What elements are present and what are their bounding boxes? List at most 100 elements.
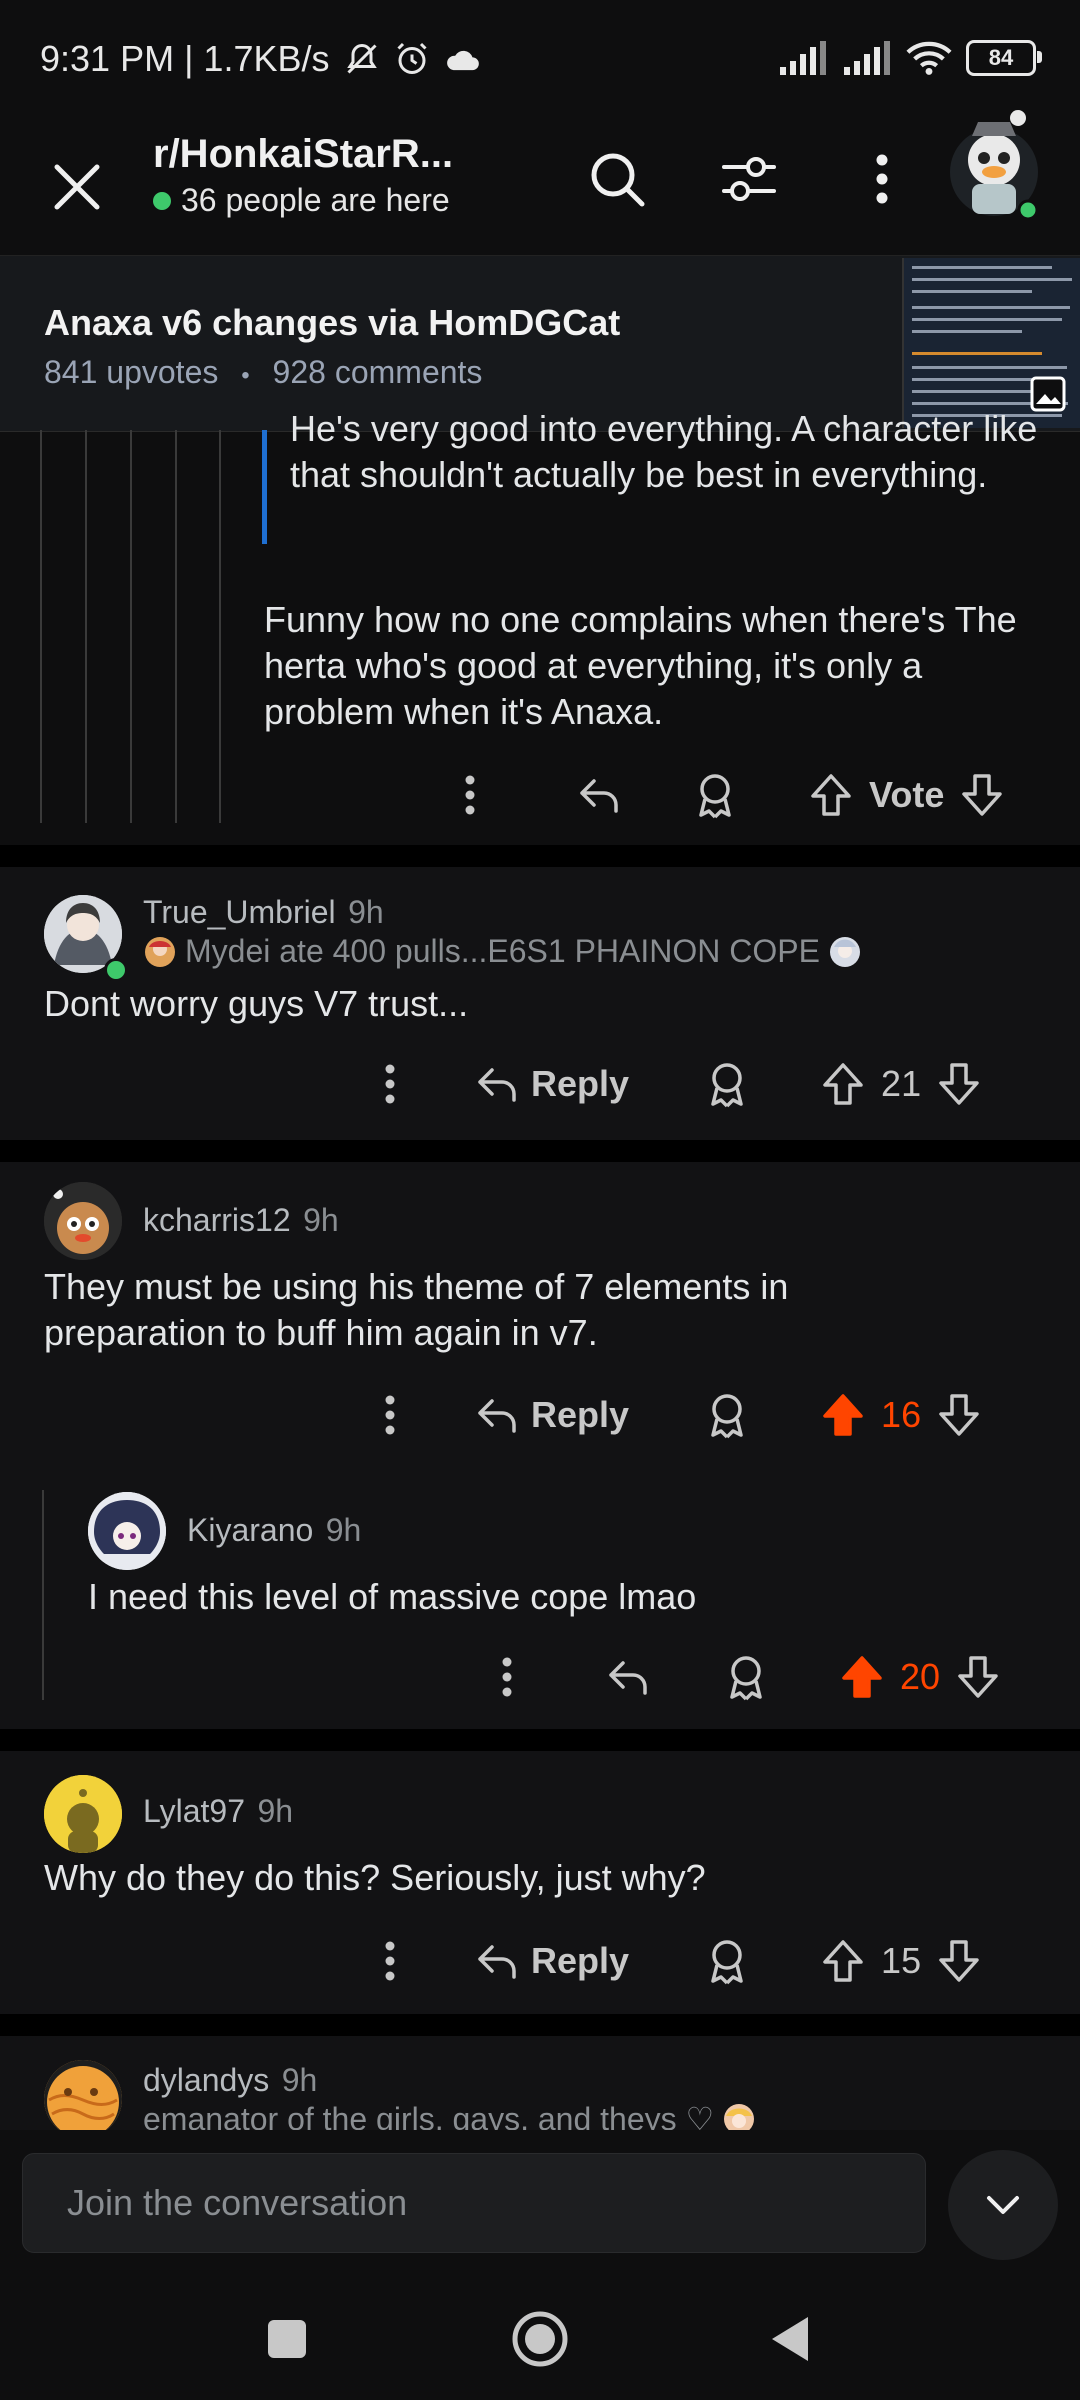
join-conversation-input[interactable]: Join the conversation xyxy=(22,2153,926,2253)
reply-icon xyxy=(478,1945,516,1979)
avatar[interactable] xyxy=(44,1775,122,1853)
award-icon[interactable] xyxy=(724,1653,768,1701)
username[interactable]: dylandys xyxy=(143,2062,269,2098)
avatar[interactable] xyxy=(44,1182,122,1260)
nav-home-icon[interactable] xyxy=(511,2310,569,2368)
reply-label: Reply xyxy=(531,1940,630,1981)
downvote-icon[interactable] xyxy=(956,1654,1000,1700)
upvote-icon[interactable] xyxy=(840,1654,884,1700)
award-icon[interactable] xyxy=(693,771,737,819)
reply-icon[interactable] xyxy=(577,773,621,817)
reply-icon xyxy=(478,1399,516,1433)
comment-actions: Reply 16 xyxy=(375,1380,981,1450)
quote-bar xyxy=(262,430,267,544)
nav-back-icon[interactable] xyxy=(768,2314,812,2364)
vote-count: 16 xyxy=(881,1394,922,1435)
close-icon[interactable] xyxy=(45,155,109,219)
comment-header: dylandys 9h xyxy=(143,2062,317,2099)
more-vert-icon[interactable] xyxy=(375,1390,405,1440)
upvote-icon[interactable] xyxy=(821,1061,865,1107)
more-vert-icon[interactable] xyxy=(862,150,902,208)
username[interactable]: Kiyarano xyxy=(187,1512,313,1548)
comment-body: I need this level of massive cope lmao xyxy=(88,1576,697,1617)
filter-icon[interactable] xyxy=(720,150,778,208)
divider xyxy=(0,2014,1080,2036)
flair-emoji-icon xyxy=(145,936,175,967)
user-avatar[interactable] xyxy=(946,110,1042,234)
divider xyxy=(0,1729,1080,1751)
divider xyxy=(0,845,1080,867)
more-vert-icon[interactable] xyxy=(375,1059,405,1109)
subreddit-title[interactable]: r/HonkaiStarR... xyxy=(153,132,453,177)
comment-header: Kiyarano 9h xyxy=(187,1512,361,1549)
comment-actions: Reply 21 xyxy=(375,1049,981,1119)
more-vert-icon[interactable] xyxy=(492,1652,522,1702)
comment-true-umbriel: True_Umbriel 9h Mydei ate 400 pulls...E6… xyxy=(0,867,1080,1140)
mute-bell-icon xyxy=(346,43,377,74)
comment-actions: 20 xyxy=(492,1642,1000,1712)
status-time-speed: 9:31 PM | 1.7KB/s xyxy=(40,38,330,79)
comment-kcharris12: kcharris12 9h They must be using his the… xyxy=(0,1162,1080,1729)
system-nav-bar xyxy=(0,2270,1080,2400)
status-right: 84 xyxy=(778,40,1042,76)
search-icon[interactable] xyxy=(588,150,646,208)
reply-label: Reply xyxy=(531,1394,630,1435)
cloud-icon xyxy=(446,50,479,71)
post-comments: 928 comments xyxy=(272,354,483,390)
reply-button[interactable]: Reply xyxy=(475,1393,629,1437)
status-left: 9:31 PM | 1.7KB/s xyxy=(40,38,482,80)
comment-body: Why do they do this? Seriously, just why… xyxy=(44,1857,706,1898)
comment-lylat97: Lylat97 9h Why do they do this? Seriousl… xyxy=(0,1751,1080,2014)
meta-dot: • xyxy=(241,362,250,389)
online-count: 36 people are here xyxy=(153,182,450,219)
username[interactable]: kcharris12 xyxy=(143,1202,291,1238)
collapse-button[interactable] xyxy=(948,2150,1058,2260)
upvote-icon[interactable] xyxy=(809,772,853,818)
downvote-icon[interactable] xyxy=(937,1938,981,1984)
reply-icon[interactable] xyxy=(606,1655,650,1699)
signal-icon-2 xyxy=(844,41,890,75)
vote-count: 21 xyxy=(881,1063,922,1104)
avatar[interactable] xyxy=(44,2060,122,2138)
more-vert-icon[interactable] xyxy=(375,1936,405,1986)
username[interactable]: True_Umbriel xyxy=(143,894,336,930)
post-title[interactable]: Anaxa v6 changes via HomDGCat xyxy=(44,302,620,344)
post-meta: 841 upvotes • 928 comments xyxy=(44,354,482,391)
reply-label: Reply xyxy=(531,1063,630,1104)
online-status-dot xyxy=(104,958,128,982)
composer-placeholder: Join the conversation xyxy=(67,2182,408,2223)
award-icon[interactable] xyxy=(705,1937,749,1985)
comment-body: Dont worry guys V7 trust... xyxy=(44,983,469,1024)
status-bar: 9:31 PM | 1.7KB/s 84 xyxy=(0,0,1080,110)
wifi-icon xyxy=(906,41,952,75)
online-text: 36 people are here xyxy=(181,182,450,218)
user-flair: Mydei ate 400 pulls...E6S1 PHAINON COPE xyxy=(143,933,862,970)
downvote-icon[interactable] xyxy=(960,772,1004,818)
comment-header: Lylat97 9h xyxy=(143,1793,293,1830)
divider xyxy=(0,1140,1080,1162)
username[interactable]: Lylat97 xyxy=(143,1793,245,1829)
more-vert-icon[interactable] xyxy=(455,770,485,820)
top-app-bar: r/HonkaiStarR... 36 people are here xyxy=(0,110,1080,255)
battery-indicator: 84 xyxy=(966,40,1042,76)
downvote-icon[interactable] xyxy=(937,1061,981,1107)
vote-count: 20 xyxy=(900,1656,941,1697)
comment-body: They must be using his theme of 7 elemen… xyxy=(44,1266,789,1353)
online-dot xyxy=(153,191,171,210)
avatar[interactable] xyxy=(88,1492,166,1570)
nav-square-icon[interactable] xyxy=(266,2318,308,2360)
comment-header: kcharris12 9h xyxy=(143,1202,339,1239)
award-icon[interactable] xyxy=(705,1391,749,1439)
flair-emoji-icon-2 xyxy=(829,936,860,967)
upvote-icon[interactable] xyxy=(821,1938,865,1984)
reply-button[interactable]: Reply xyxy=(475,1939,629,1983)
post-upvotes: 841 upvotes xyxy=(44,354,219,390)
downvote-icon[interactable] xyxy=(937,1392,981,1438)
comment-actions: Vote xyxy=(455,760,1004,830)
timestamp: 9h xyxy=(257,1793,294,1829)
flair-text: Mydei ate 400 pulls...E6S1 PHAINON COPE xyxy=(185,933,820,969)
upvote-icon[interactable] xyxy=(821,1392,865,1438)
post-thumbnail[interactable] xyxy=(902,258,1080,428)
award-icon[interactable] xyxy=(705,1060,749,1108)
reply-button[interactable]: Reply xyxy=(475,1062,629,1106)
